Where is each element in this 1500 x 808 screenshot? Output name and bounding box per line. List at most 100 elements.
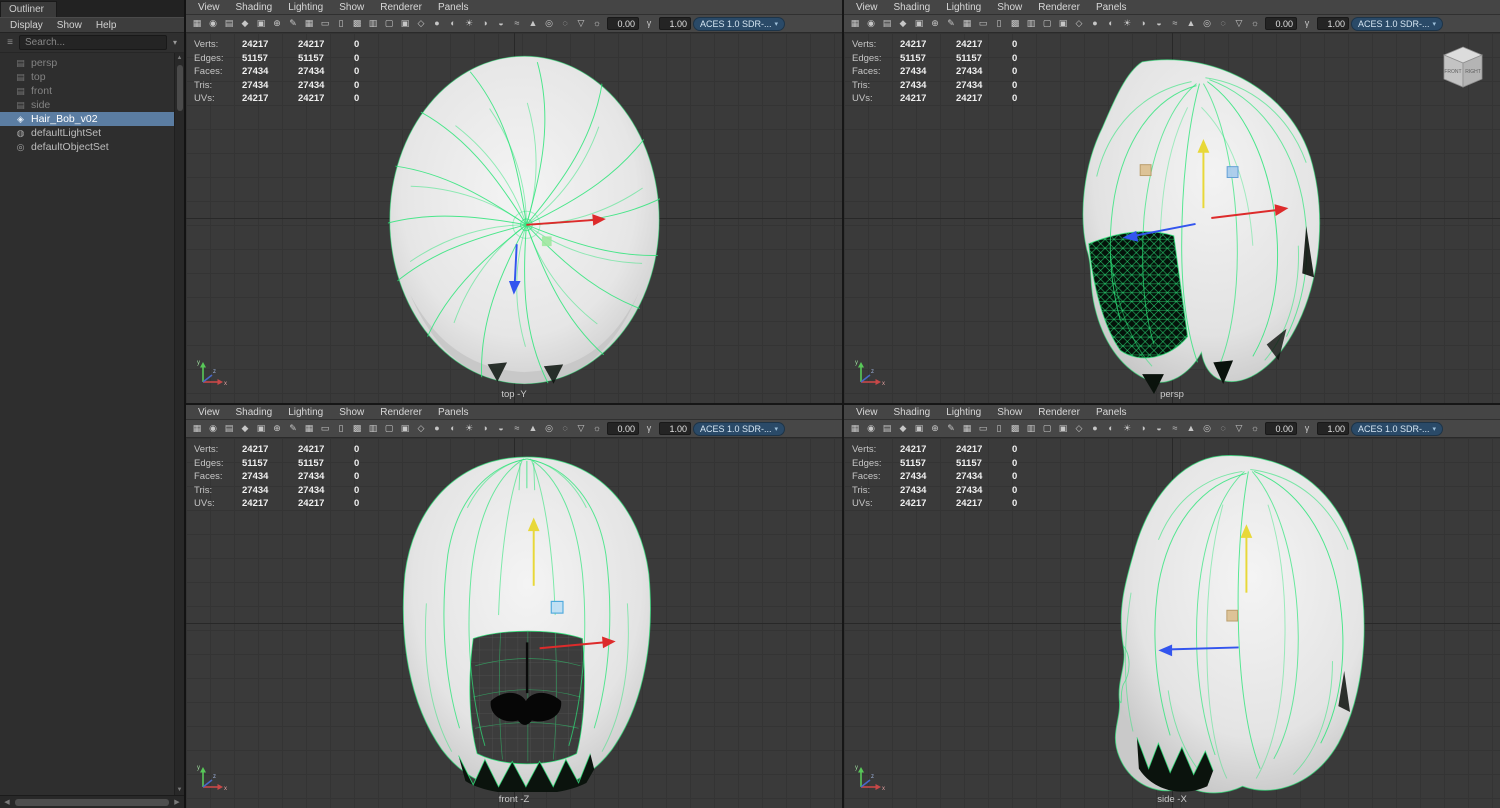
textured-mode-icon[interactable]: ◐ (1104, 421, 1119, 436)
film-gate-icon[interactable]: ▭ (318, 16, 333, 31)
safe-action-icon[interactable]: ▢ (1040, 421, 1055, 436)
outliner-item[interactable]: ▤ persp (0, 56, 174, 70)
outliner-search-input[interactable] (19, 35, 167, 50)
shaded-mode-icon[interactable]: ● (430, 421, 445, 436)
outliner-item[interactable]: ◈ Hair_Bob_v02 (0, 112, 174, 126)
isolate-select-icon[interactable]: ◌ (558, 16, 573, 31)
outliner-menu-item[interactable]: Show (50, 20, 89, 31)
shadows-icon[interactable]: ◑ (478, 421, 493, 436)
viewport-menu-item[interactable]: Show (989, 407, 1030, 418)
viewport-menu-item[interactable]: Lighting (280, 407, 331, 418)
two-d-pan-zoom-icon[interactable]: ⊕ (928, 421, 943, 436)
anti-aliasing-icon[interactable]: ▲ (526, 421, 541, 436)
outliner-item[interactable]: ▤ side (0, 98, 174, 112)
anti-aliasing-icon[interactable]: ▲ (526, 16, 541, 31)
motion-blur-icon[interactable]: ≈ (510, 421, 525, 436)
select-camera-icon[interactable]: ▦ (190, 16, 205, 31)
ambient-occlusion-icon[interactable]: ◒ (494, 421, 509, 436)
scroll-up-icon[interactable]: ▲ (177, 53, 183, 63)
wireframe-icon[interactable]: ◇ (414, 16, 429, 31)
safe-title-icon[interactable]: ▣ (398, 421, 413, 436)
wireframe-icon[interactable]: ◇ (414, 421, 429, 436)
grease-pencil-icon[interactable]: ✎ (286, 16, 301, 31)
chevron-down-icon[interactable]: ▾ (170, 38, 180, 47)
safe-title-icon[interactable]: ▣ (398, 16, 413, 31)
grease-pencil-icon[interactable]: ✎ (944, 421, 959, 436)
gamma-icon[interactable]: γ (642, 421, 657, 436)
viewport-canvas[interactable]: Verts: 24217 24217 0 Edges: 51157 51157 … (844, 438, 1500, 808)
select-camera-icon[interactable]: ▦ (848, 421, 863, 436)
gamma-field[interactable]: 1.00 (1317, 422, 1349, 435)
outliner-item[interactable]: ▤ front (0, 84, 174, 98)
resolution-gate-icon[interactable]: ▯ (992, 421, 1007, 436)
viewport-menu-item[interactable]: Renderer (1030, 407, 1088, 418)
gamma-field[interactable]: 1.00 (659, 422, 691, 435)
viewport-menu-item[interactable]: View (848, 407, 886, 418)
motion-blur-icon[interactable]: ≈ (1168, 16, 1183, 31)
image-plane-icon[interactable]: ▣ (912, 421, 927, 436)
viewport-menu-item[interactable]: Renderer (372, 2, 430, 13)
gamma-field[interactable]: 1.00 (659, 17, 691, 30)
shaded-mode-icon[interactable]: ● (1088, 421, 1103, 436)
viewport-canvas[interactable]: Verts: 24217 24217 0 Edges: 51157 51157 … (844, 33, 1500, 403)
two-d-pan-zoom-icon[interactable]: ⊕ (270, 16, 285, 31)
gate-mask-icon[interactable]: ▩ (1008, 421, 1023, 436)
x-ray-icon[interactable]: ▽ (574, 421, 589, 436)
select-camera-icon[interactable]: ▦ (848, 16, 863, 31)
viewport-menu-item[interactable]: Shading (886, 2, 939, 13)
safe-action-icon[interactable]: ▢ (1040, 16, 1055, 31)
film-gate-icon[interactable]: ▭ (976, 421, 991, 436)
shadows-icon[interactable]: ◑ (478, 16, 493, 31)
gamma-icon[interactable]: γ (1300, 421, 1315, 436)
field-chart-icon[interactable]: ▥ (366, 16, 381, 31)
safe-action-icon[interactable]: ▢ (382, 421, 397, 436)
camera-attributes-icon[interactable]: ▤ (880, 421, 895, 436)
ambient-occlusion-icon[interactable]: ◒ (1152, 421, 1167, 436)
exposure-icon[interactable]: ☼ (1248, 16, 1263, 31)
image-plane-icon[interactable]: ▣ (254, 421, 269, 436)
viewport-menu-item[interactable]: Lighting (280, 2, 331, 13)
resolution-gate-icon[interactable]: ▯ (334, 16, 349, 31)
view-transform-dropdown[interactable]: ACES 1.0 SDR-... ▾ (693, 16, 786, 31)
image-plane-icon[interactable]: ▣ (254, 16, 269, 31)
grease-pencil-icon[interactable]: ✎ (944, 16, 959, 31)
grid-toggle-icon[interactable]: ▦ (302, 421, 317, 436)
shadows-icon[interactable]: ◑ (1136, 16, 1151, 31)
camera-attributes-icon[interactable]: ▤ (880, 16, 895, 31)
scroll-left-icon[interactable]: ◀ (1, 798, 13, 806)
gate-mask-icon[interactable]: ▩ (1008, 16, 1023, 31)
isolate-select-icon[interactable]: ◌ (558, 421, 573, 436)
exposure-field[interactable]: 0.00 (607, 422, 639, 435)
use-all-lights-icon[interactable]: ☀ (462, 421, 477, 436)
viewport-menu-item[interactable]: Panels (1088, 2, 1135, 13)
wireframe-icon[interactable]: ◇ (1072, 16, 1087, 31)
outliner-item[interactable]: ▤ top (0, 70, 174, 84)
viewport-menu-item[interactable]: Lighting (938, 2, 989, 13)
viewport-menu-item[interactable]: View (190, 2, 228, 13)
viewport-menu-item[interactable]: Lighting (938, 407, 989, 418)
viewport-menu-item[interactable]: Panels (430, 2, 477, 13)
ambient-occlusion-icon[interactable]: ◒ (1152, 16, 1167, 31)
viewport-menu-item[interactable]: Show (331, 2, 372, 13)
viewport-menu-item[interactable]: View (848, 2, 886, 13)
viewport-menu-item[interactable]: Show (989, 2, 1030, 13)
use-all-lights-icon[interactable]: ☀ (1120, 421, 1135, 436)
viewport-menu-item[interactable]: Shading (886, 407, 939, 418)
exposure-field[interactable]: 0.00 (607, 17, 639, 30)
x-ray-icon[interactable]: ▽ (1232, 16, 1247, 31)
viewport-menu-item[interactable]: Shading (228, 2, 281, 13)
shadows-icon[interactable]: ◑ (1136, 421, 1151, 436)
isolate-select-icon[interactable]: ◌ (1216, 16, 1231, 31)
exposure-icon[interactable]: ☼ (590, 16, 605, 31)
exposure-icon[interactable]: ☼ (1248, 421, 1263, 436)
bookmark-icon[interactable]: ◆ (896, 16, 911, 31)
view-transform-dropdown[interactable]: ACES 1.0 SDR-... ▾ (1351, 421, 1444, 436)
viewport-canvas[interactable]: Verts: 24217 24217 0 Edges: 51157 51157 … (186, 438, 842, 808)
x-ray-icon[interactable]: ▽ (574, 16, 589, 31)
outliner-item[interactable]: ◍ defaultLightSet (0, 126, 174, 140)
isolate-select-icon[interactable]: ◌ (1216, 421, 1231, 436)
ambient-occlusion-icon[interactable]: ◒ (494, 16, 509, 31)
x-ray-icon[interactable]: ▽ (1232, 421, 1247, 436)
wireframe-icon[interactable]: ◇ (1072, 421, 1087, 436)
two-d-pan-zoom-icon[interactable]: ⊕ (928, 16, 943, 31)
